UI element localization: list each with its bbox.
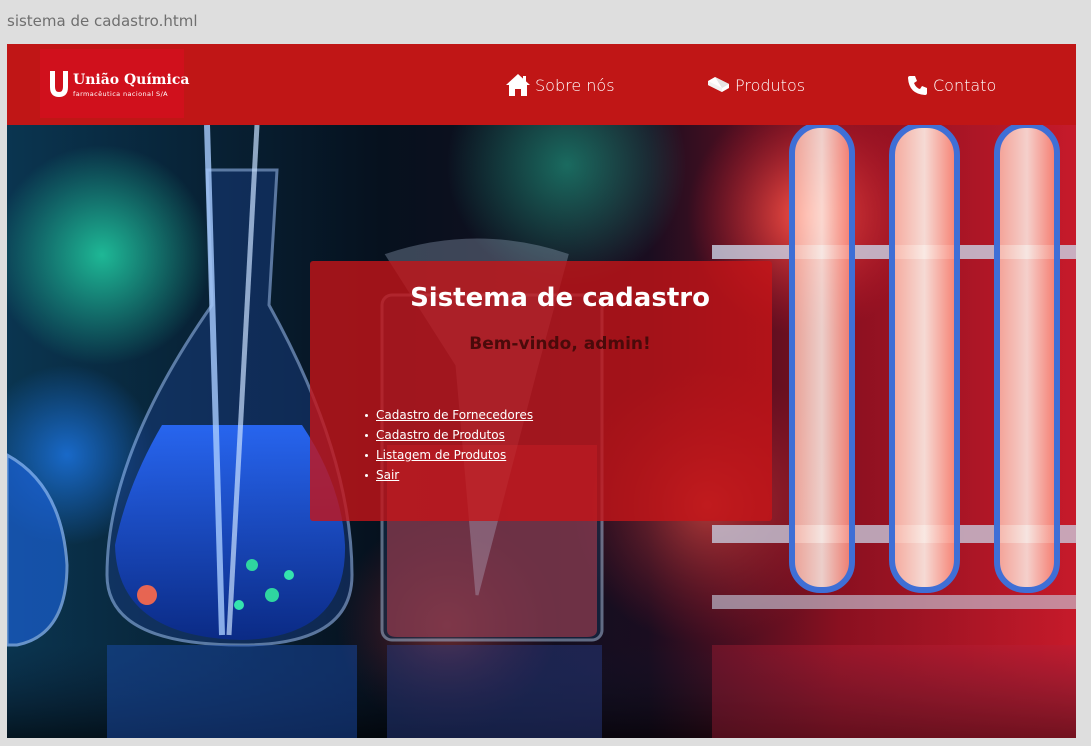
logo[interactable]: União Química farmacêutica nacional S/A [40,49,189,118]
browser-page: União Química farmacêutica nacional S/A … [7,44,1076,738]
phone-icon [908,76,927,95]
page-title: Sistema de cadastro [410,283,710,313]
link-listagem-produtos[interactable]: Listagem de Produtos [376,448,506,462]
nav-item-sobre-nos[interactable]: Sobre nós [505,72,615,98]
list-item: Listagem de Produtos [364,445,533,465]
menu-list: Cadastro de Fornecedores Cadastro de Pro… [364,405,533,485]
nav-item-produtos[interactable]: Produtos [705,72,805,98]
link-cadastro-produtos[interactable]: Cadastro de Produtos [376,428,505,442]
logo-tagline: farmacêutica nacional S/A [73,90,169,98]
logo-name: União Química [73,72,190,88]
list-item: Cadastro de Produtos [364,425,533,445]
nav-label-produtos: Produtos [735,75,806,95]
nav-label-sobre-nos: Sobre nós [535,75,615,95]
welcome-card: Sistema de cadastro Bem-vindo, admin! Ca… [310,261,772,521]
pill-icon [708,77,729,92]
link-sair[interactable]: Sair [376,468,399,482]
nav-item-contato[interactable]: Contato [907,72,996,98]
list-item: Cadastro de Fornecedores [364,405,533,425]
file-tab-title: sistema de cadastro.html [7,12,198,30]
link-cadastro-fornecedores[interactable]: Cadastro de Fornecedores [376,408,533,422]
list-item: Sair [364,465,533,485]
nav-label-contato: Contato [933,75,997,95]
logo-mark-icon [50,71,68,97]
home-icon [506,74,530,96]
site-header: União Química farmacêutica nacional S/A … [7,44,1076,125]
welcome-message: Bem-vindo, admin! [469,334,651,354]
